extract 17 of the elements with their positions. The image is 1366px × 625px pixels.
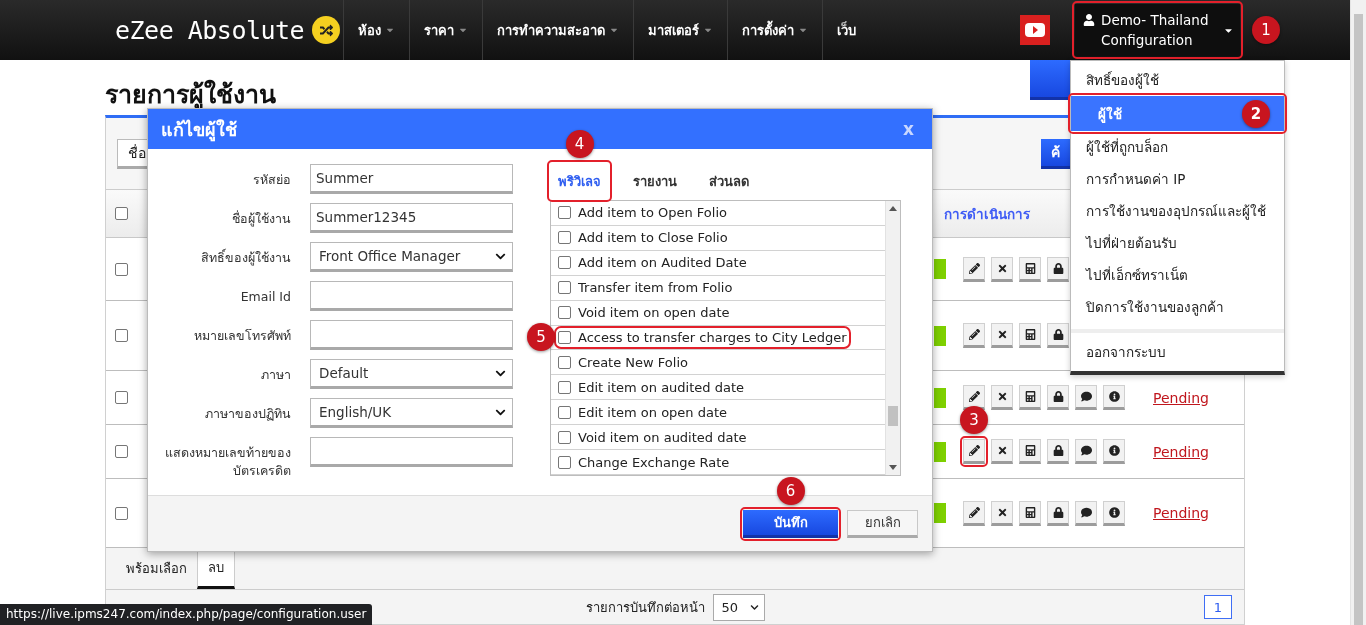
field-label: แสดงหมายเลขท้ายของบัตรเครดิต bbox=[164, 444, 291, 480]
per-page-label: รายการบันทึกต่อหน้า bbox=[585, 598, 705, 617]
step-badge: 5 bbox=[527, 323, 555, 352]
link-url-tooltip: https://live.ipms247.com/index.php/page/configuration.user bbox=[0, 604, 373, 625]
field-label: สิทธิ์ของผู้ใช้งาน bbox=[200, 247, 291, 268]
field-label: รหัสย่อ bbox=[252, 171, 291, 189]
field-label: ภาษา bbox=[260, 366, 291, 384]
step-badge: 1 bbox=[1252, 16, 1280, 44]
step-badge: 2 bbox=[1242, 99, 1270, 128]
step-badge: 6 bbox=[776, 476, 805, 505]
field-label: ภาษาของปฏิทิน bbox=[204, 405, 291, 423]
option-label: Create New Folio bbox=[578, 354, 688, 370]
field-label: ชื่อผู้ใช้งาน bbox=[231, 209, 291, 229]
page-title: รายการผู้ใช้งาน bbox=[105, 78, 276, 111]
field-label: Email Id bbox=[239, 288, 291, 306]
step-badge: 3 bbox=[960, 406, 988, 434]
field-label: หมายเลขโทรศัพท์ bbox=[193, 327, 291, 345]
